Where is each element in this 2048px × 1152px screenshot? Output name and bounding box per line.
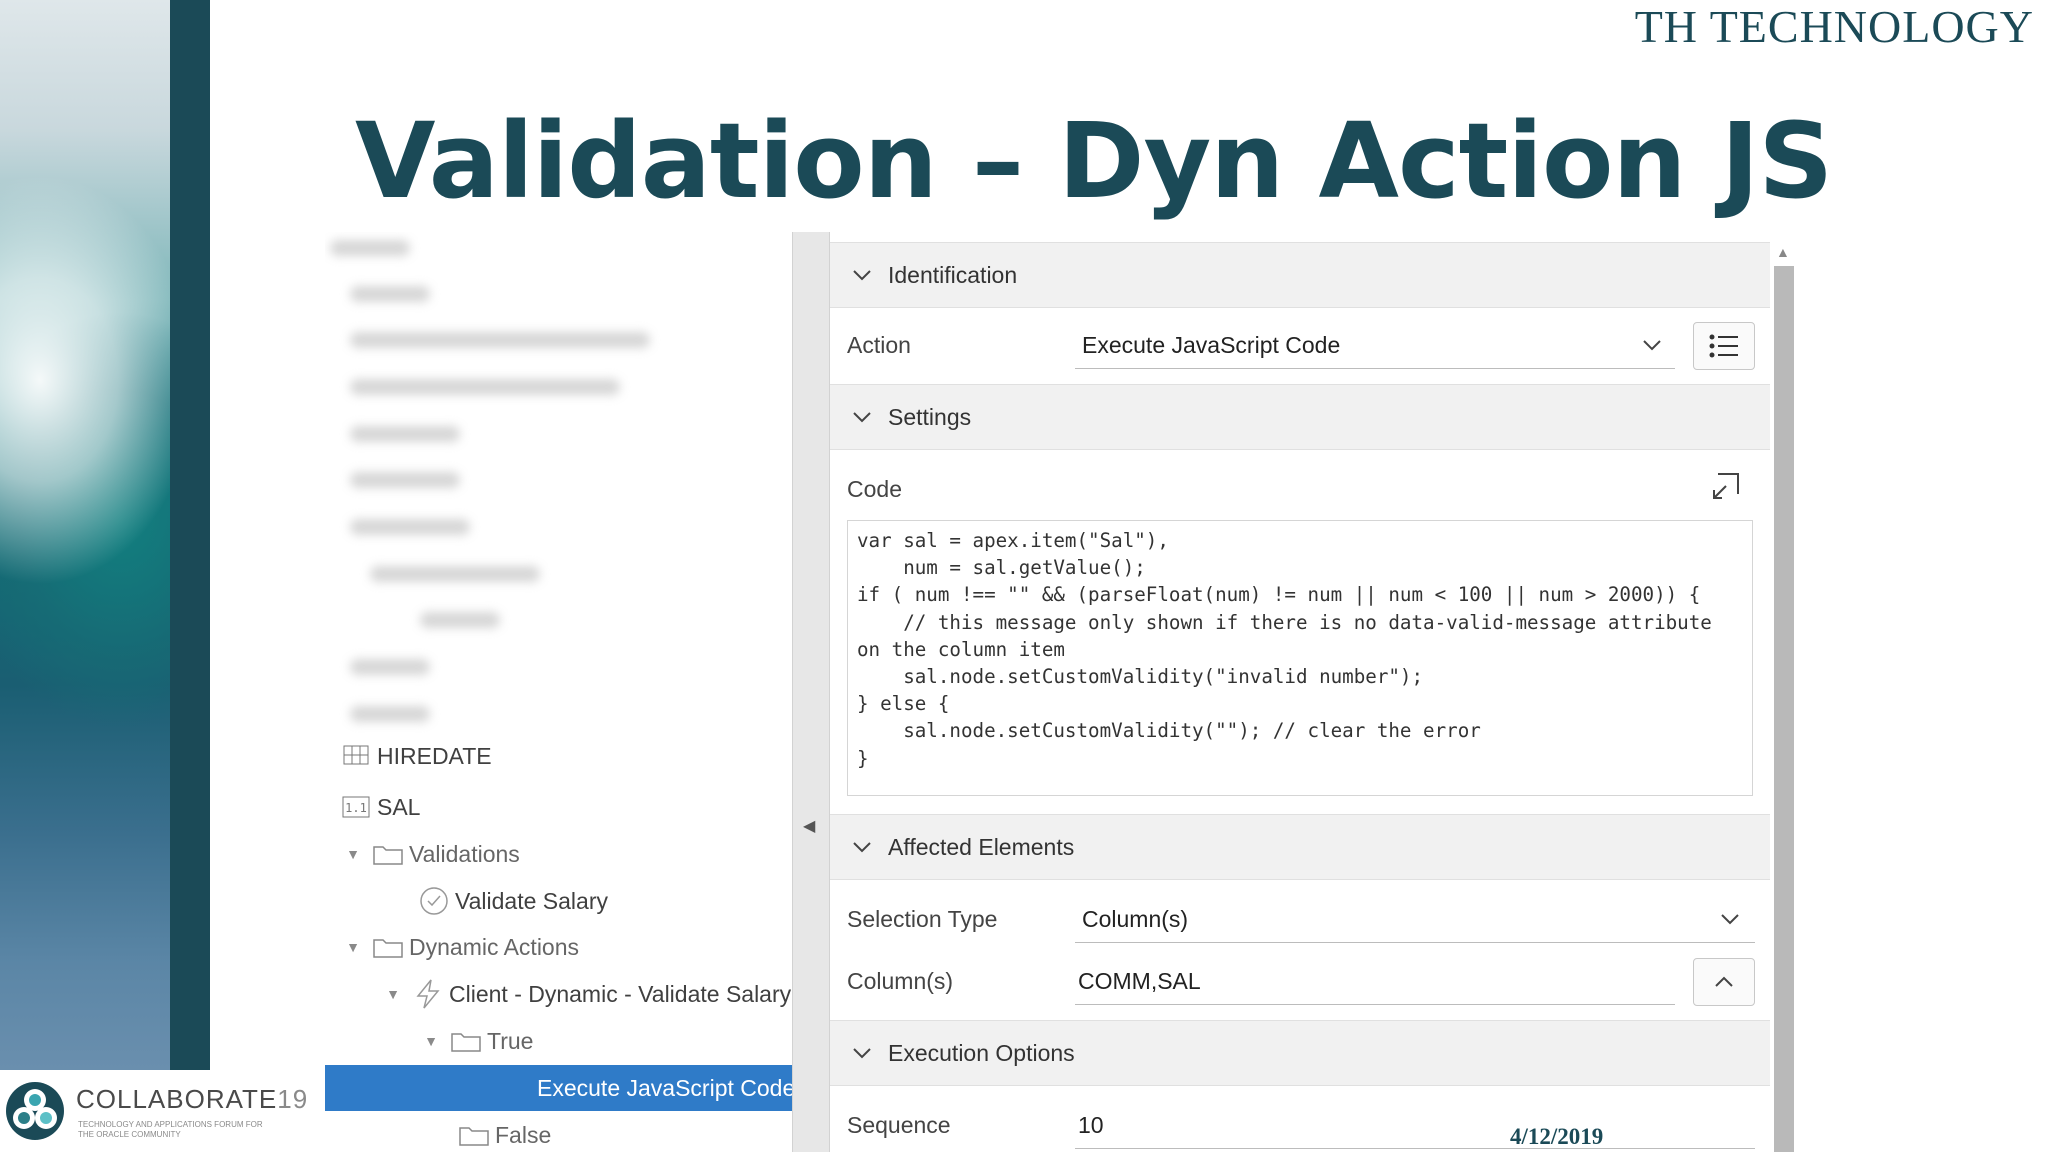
columns-input-underline — [1075, 1004, 1675, 1005]
columns-input[interactable]: COMM,SAL — [1078, 968, 1201, 995]
tree-item-label: Client - Dynamic - Validate Salary — [449, 980, 792, 1007]
brand-name: COLLABORATE19 — [76, 1084, 309, 1114]
folder-icon — [373, 932, 403, 962]
sequence-label: Sequence — [847, 1112, 951, 1138]
expand-caret-icon[interactable]: ▼ — [343, 846, 363, 862]
blurred-tree-item — [350, 519, 470, 535]
tree-item-validations[interactable]: ▼ Validations — [325, 831, 795, 877]
expand-caret-icon[interactable]: ▼ — [421, 1033, 441, 1049]
blurred-tree-item — [350, 332, 650, 348]
tree-item-sal[interactable]: 1.1 SAL — [325, 784, 795, 830]
blurred-tree-item — [350, 286, 430, 302]
section-identification[interactable]: Identification — [830, 242, 1770, 308]
columns-toggle-button[interactable] — [1693, 958, 1755, 1006]
blurred-tree-item — [350, 472, 460, 488]
lightning-icon — [413, 979, 443, 1009]
tree-item-label: False — [495, 1121, 552, 1148]
section-affected-elements[interactable]: Affected Elements — [830, 814, 1770, 880]
chevron-down-icon — [852, 411, 876, 423]
chevron-down-icon[interactable] — [1642, 338, 1662, 356]
tree-item-execute-javascript-code[interactable]: Execute JavaScript Code — [325, 1065, 795, 1111]
action-select-underline — [1075, 368, 1675, 369]
code-label: Code — [847, 476, 902, 502]
section-title: Settings — [888, 403, 972, 430]
number-column-icon: 1.1 — [341, 792, 371, 822]
panel-splitter[interactable]: ◀ — [792, 232, 830, 1152]
chevron-down-icon — [852, 1047, 876, 1059]
section-settings[interactable]: Settings — [830, 384, 1770, 450]
wave-image — [0, 0, 170, 1070]
svg-text:1.1: 1.1 — [345, 801, 367, 815]
folder-icon — [451, 1026, 481, 1056]
tree-item-label: HIREDATE — [377, 743, 492, 769]
columns-label: Column(s) — [847, 968, 954, 994]
tree-item-hiredate[interactable]: HIREDATE — [325, 742, 795, 770]
action-label: Action — [847, 332, 911, 358]
folder-icon — [373, 839, 403, 869]
tree-item-label: Dynamic Actions — [409, 933, 580, 960]
tree-item-label: True — [487, 1027, 534, 1054]
tree-item-true[interactable]: ▼ True — [325, 1018, 795, 1064]
tree-item-dynamic-actions[interactable]: ▼ Dynamic Actions — [325, 924, 795, 970]
list-icon — [1709, 334, 1738, 358]
blurred-tree-item — [350, 426, 460, 442]
expand-caret-icon[interactable]: ▼ — [383, 986, 403, 1002]
chevron-up-icon — [1715, 976, 1733, 987]
tree-item-validate-salary[interactable]: Validate Salary — [325, 878, 795, 924]
selection-type-underline — [1075, 942, 1755, 943]
folder-icon — [459, 1120, 489, 1150]
sequence-input-underline — [1075, 1148, 1755, 1149]
property-editor: Identification Action Execute JavaScript… — [830, 242, 1770, 1152]
selection-type-label: Selection Type — [847, 906, 998, 932]
selection-type-select[interactable]: Column(s) — [1082, 906, 1188, 933]
list-button[interactable] — [1693, 322, 1755, 370]
tree-item-label: Validations — [409, 840, 520, 867]
action-select[interactable]: Execute JavaScript Code — [1082, 332, 1340, 359]
tree-item-label: Execute JavaScript Code — [537, 1074, 795, 1101]
chevron-down-icon — [852, 841, 876, 853]
section-title: Affected Elements — [888, 833, 1075, 860]
section-title: Identification — [888, 261, 1018, 288]
chevron-down-icon[interactable] — [1720, 912, 1740, 930]
tree-item-false[interactable]: False — [325, 1112, 795, 1152]
blurred-tree-item — [330, 240, 410, 256]
company-name: TH TECHNOLOGY — [1634, 1, 2034, 52]
tree-item-label: Validate Salary — [455, 887, 608, 914]
section-title: Execution Options — [888, 1039, 1075, 1066]
decorative-bar — [170, 0, 210, 1070]
brand-logo-area: COLLABORATE19 TECHNOLOGY AND APPLICATION… — [0, 1070, 307, 1152]
blurred-tree-item — [350, 706, 430, 722]
scroll-up-icon[interactable]: ▲ — [1776, 244, 1790, 260]
expand-editor-icon[interactable] — [1710, 472, 1740, 507]
code-editor[interactable]: var sal = apex.item("Sal"), num = sal.ge… — [847, 520, 1753, 796]
collaborate-logo-icon — [6, 1082, 64, 1140]
slide-date: 4/12/2019 — [1510, 1124, 1604, 1149]
brand-tagline: TECHNOLOGY AND APPLICATIONS FORUM FOR TH… — [78, 1120, 263, 1139]
collapse-left-icon[interactable]: ◀ — [803, 816, 815, 836]
tree-item-label: SAL — [377, 793, 421, 820]
tree-item-dynamic-action[interactable]: ▼ Client - Dynamic - Validate Salary — [325, 971, 795, 1017]
blurred-tree-item — [420, 612, 500, 628]
expand-caret-icon[interactable]: ▼ — [343, 939, 363, 955]
properties-scrollbar-thumb[interactable] — [1774, 266, 1794, 1152]
blurred-tree-item — [370, 566, 540, 582]
grid-icon — [341, 742, 371, 770]
slide-title: Validation – Dyn Action JS — [355, 100, 1833, 222]
section-execution-options[interactable]: Execution Options — [830, 1020, 1770, 1086]
tree-panel: HIREDATE 1.1 SAL ▼ Validations Validate … — [325, 232, 795, 1152]
check-circle-icon — [419, 886, 449, 916]
sequence-input[interactable]: 10 — [1078, 1112, 1104, 1139]
chevron-down-icon — [852, 269, 876, 281]
blurred-tree-item — [350, 379, 620, 395]
blurred-tree-item — [350, 659, 430, 675]
